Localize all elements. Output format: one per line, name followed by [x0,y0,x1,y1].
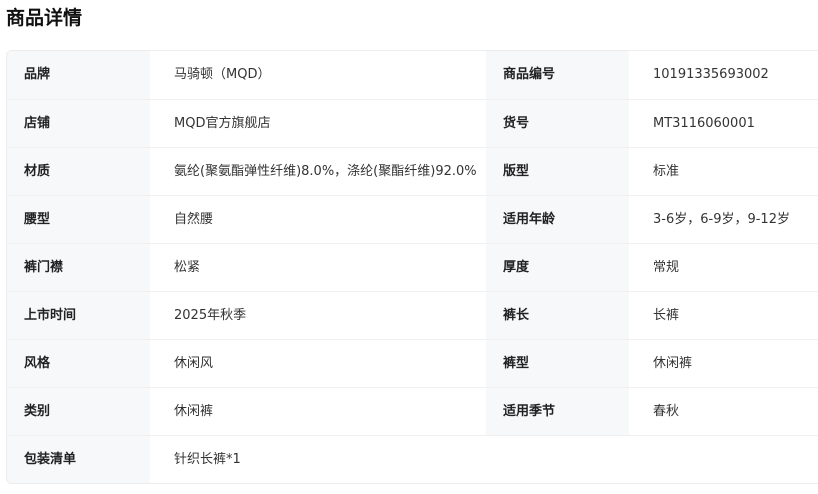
table-row: 类别 休闲裤 适用季节 春秋 [7,387,818,436]
spec-label: 裤长 [486,291,629,340]
table-row: 风格 休闲风 裤型 休闲裤 [7,339,818,388]
spec-value: MQD官方旗舰店 [150,99,486,148]
product-details-table: 品牌 马骑顿（MQD） 商品编号 10191335693002 店铺 MQD官方… [6,50,818,484]
spec-label: 上市时间 [7,291,150,340]
spec-value: 3-6岁，6-9岁，9-12岁 [629,195,818,244]
spec-label: 版型 [486,147,629,196]
spec-label: 类别 [7,387,150,436]
spec-value: 休闲风 [150,339,486,388]
spec-value: 针织长裤*1 [150,435,818,483]
spec-value: 休闲裤 [629,339,818,388]
table-row: 腰型 自然腰 适用年龄 3-6岁，6-9岁，9-12岁 [7,195,818,244]
spec-label: 风格 [7,339,150,388]
table-row: 材质 氨纶(聚氨酯弹性纤维)8.0%，涤纶(聚酯纤维)92.0% 版型 标准 [7,147,818,196]
spec-label: 商品编号 [486,51,629,100]
spec-value: 标准 [629,147,818,196]
spec-label: 货号 [486,99,629,148]
spec-value: 休闲裤 [150,387,486,436]
spec-label: 品牌 [7,51,150,100]
spec-value: 松紧 [150,243,486,292]
spec-value: 马骑顿（MQD） [150,51,486,100]
table-row: 店铺 MQD官方旗舰店 货号 MT3116060001 [7,99,818,148]
spec-label: 厚度 [486,243,629,292]
spec-label: 包装清单 [7,435,150,483]
table-row: 上市时间 2025年秋季 裤长 长裤 [7,291,818,340]
spec-value: 氨纶(聚氨酯弹性纤维)8.0%，涤纶(聚酯纤维)92.0% [150,147,486,196]
spec-label: 腰型 [7,195,150,244]
section-title: 商品详情 [6,7,83,29]
spec-label: 店铺 [7,99,150,148]
spec-label: 适用季节 [486,387,629,436]
spec-value: 自然腰 [150,195,486,244]
spec-value: 常规 [629,243,818,292]
spec-label: 适用年龄 [486,195,629,244]
spec-label: 裤门襟 [7,243,150,292]
spec-label: 裤型 [486,339,629,388]
table-row: 裤门襟 松紧 厚度 常规 [7,243,818,292]
spec-label: 材质 [7,147,150,196]
table-row: 包装清单 针织长裤*1 [7,435,818,483]
spec-value: MT3116060001 [629,99,818,148]
spec-value: 10191335693002 [629,51,818,100]
table-row: 品牌 马骑顿（MQD） 商品编号 10191335693002 [7,51,818,100]
spec-value: 2025年秋季 [150,291,486,340]
spec-table: 品牌 马骑顿（MQD） 商品编号 10191335693002 店铺 MQD官方… [7,51,818,483]
spec-value: 长裤 [629,291,818,340]
spec-value: 春秋 [629,387,818,436]
